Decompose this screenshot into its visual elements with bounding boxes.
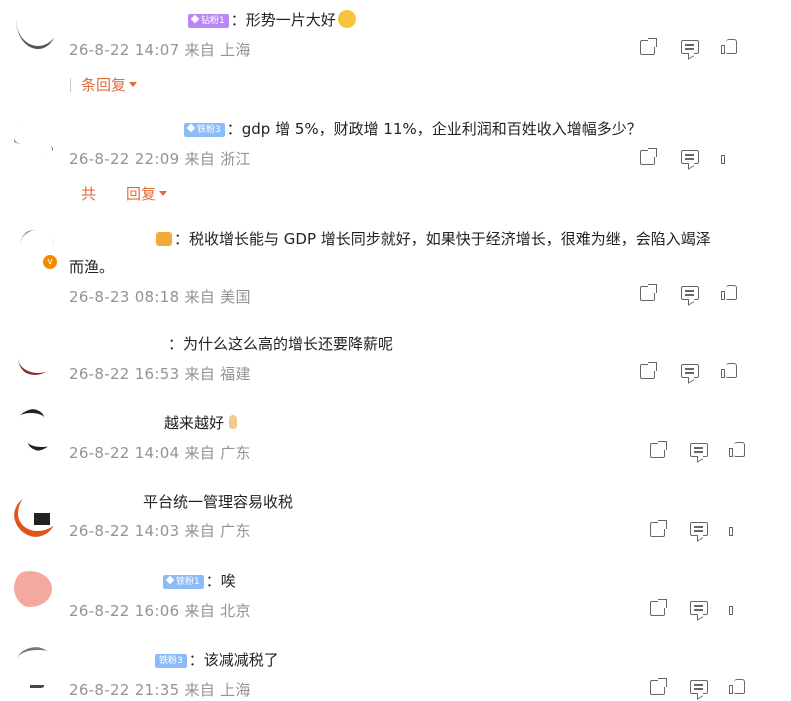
- share-icon[interactable]: [640, 362, 657, 379]
- share-icon[interactable]: [650, 520, 667, 537]
- share-icon[interactable]: [650, 441, 667, 458]
- comment-body: 越来越好: [164, 409, 240, 437]
- comment-body: ：为什么这么高的增长还要降薪呢: [168, 335, 394, 353]
- comment-actions: [640, 148, 770, 170]
- comment-icon[interactable]: [690, 443, 708, 457]
- comment-icon[interactable]: [690, 680, 708, 694]
- comment-body: ：税收增长能与 GDP 增长同步就好，如果快于经济增长，很难为继，会陷入竭泽: [156, 225, 711, 253]
- avatar[interactable]: [14, 118, 56, 160]
- crown-icon: [156, 232, 172, 246]
- avatar[interactable]: [14, 409, 56, 451]
- comment-actions: [650, 441, 750, 463]
- reply-toggle[interactable]: 条回复: [70, 74, 138, 95]
- comment-meta: 26-8-22 14:03 来自 广东: [69, 522, 251, 540]
- like-icon[interactable]: [729, 599, 745, 615]
- comment-meta: 26-8-22 14:04 来自 广东: [69, 444, 251, 462]
- comment-meta: 26-8-22 16:53 来自 福建: [69, 365, 251, 383]
- comment-meta: 26-8-22 16:06 来自 北京: [69, 602, 251, 620]
- comment-actions: [640, 284, 740, 306]
- thumb-emoji-icon: [226, 413, 240, 431]
- avatar[interactable]: [14, 333, 56, 375]
- comment-item: v ：税收增长能与 GDP 增长同步就好，如果快于经济增长，很难为继，会陷入竭泽…: [0, 220, 791, 325]
- comment-item: 铁粉3 ：该减减税了 26-8-22 21:35 来自 上海: [0, 643, 791, 701]
- comment-body: 铁粉3 ：该减减税了: [155, 646, 279, 674]
- comment-actions: [650, 678, 750, 700]
- avatar[interactable]: [14, 8, 56, 50]
- comment-item: 平台统一管理容易收税 26-8-22 14:03 来自 广东: [0, 483, 791, 563]
- comment-icon[interactable]: [690, 601, 708, 615]
- comment-icon[interactable]: [681, 364, 699, 378]
- comment-item: 铁粉1 ：唉 26-8-22 16:06 来自 北京: [0, 563, 791, 643]
- smile-emoji-icon: [337, 10, 356, 28]
- avatar[interactable]: [14, 567, 56, 609]
- share-icon[interactable]: [640, 148, 657, 165]
- fan-badge[interactable]: 铁粉3: [155, 654, 187, 668]
- like-icon[interactable]: [729, 678, 745, 694]
- comment-body: 铁粉1 ：唉: [163, 567, 236, 595]
- like-icon[interactable]: [729, 520, 745, 536]
- like-icon[interactable]: [729, 441, 745, 457]
- avatar[interactable]: [14, 495, 56, 537]
- comment-actions: [640, 362, 740, 384]
- like-icon[interactable]: [721, 362, 737, 378]
- share-icon[interactable]: [640, 284, 657, 301]
- share-icon[interactable]: [640, 38, 657, 55]
- comment-body: 钻粉1 ：形势一片大好: [188, 6, 356, 34]
- share-icon[interactable]: [650, 678, 667, 695]
- comment-body: 铁粉3 ：gdp 增 5%，财政增 11%，企业利润和百姓收入增幅多少？: [184, 115, 642, 143]
- reply-toggle[interactable]: 共回复: [81, 183, 168, 204]
- comment-item: 铁粉3 ：gdp 增 5%，财政增 11%，企业利润和百姓收入增幅多少？ 26-8…: [0, 110, 791, 220]
- comment-actions: [650, 599, 750, 621]
- fan-badge[interactable]: 钻粉1: [188, 14, 229, 28]
- comment-meta: 26-8-22 22:09 来自 浙江: [69, 150, 251, 168]
- like-icon[interactable]: [721, 284, 737, 300]
- chevron-down-icon: [159, 191, 168, 196]
- comment-icon[interactable]: [690, 522, 708, 536]
- like-icon[interactable]: [721, 148, 737, 164]
- comment-icon[interactable]: [681, 40, 699, 54]
- fan-badge[interactable]: 铁粉1: [163, 575, 204, 589]
- comment-item: 越来越好 26-8-22 14:04 来自 广东: [0, 403, 791, 483]
- comment-actions: [640, 38, 740, 60]
- chevron-down-icon: [129, 82, 138, 87]
- comment-actions: [650, 520, 750, 542]
- comment-meta: 26-8-22 21:35 来自 上海: [69, 681, 251, 699]
- comment-meta: 26-8-22 14:07 来自 上海: [69, 41, 251, 59]
- comment-icon[interactable]: [681, 150, 699, 164]
- comment-body-cont: 而渔。: [69, 258, 115, 276]
- fan-badge[interactable]: 铁粉3: [184, 123, 225, 137]
- comment-item: ：为什么这么高的增长还要降薪呢 26-8-22 16:53 来自 福建: [0, 325, 791, 403]
- avatar[interactable]: [14, 647, 56, 689]
- comment-body: 平台统一管理容易收税: [143, 493, 294, 511]
- comment-item: 钻粉1 ：形势一片大好 26-8-22 14:07 来自 上海 条回复: [0, 0, 791, 110]
- comment-icon[interactable]: [681, 286, 699, 300]
- verified-badge-icon: v: [42, 254, 58, 270]
- share-icon[interactable]: [650, 599, 667, 616]
- like-icon[interactable]: [721, 38, 737, 54]
- comment-meta: 26-8-23 08:18 来自 美国: [69, 288, 251, 306]
